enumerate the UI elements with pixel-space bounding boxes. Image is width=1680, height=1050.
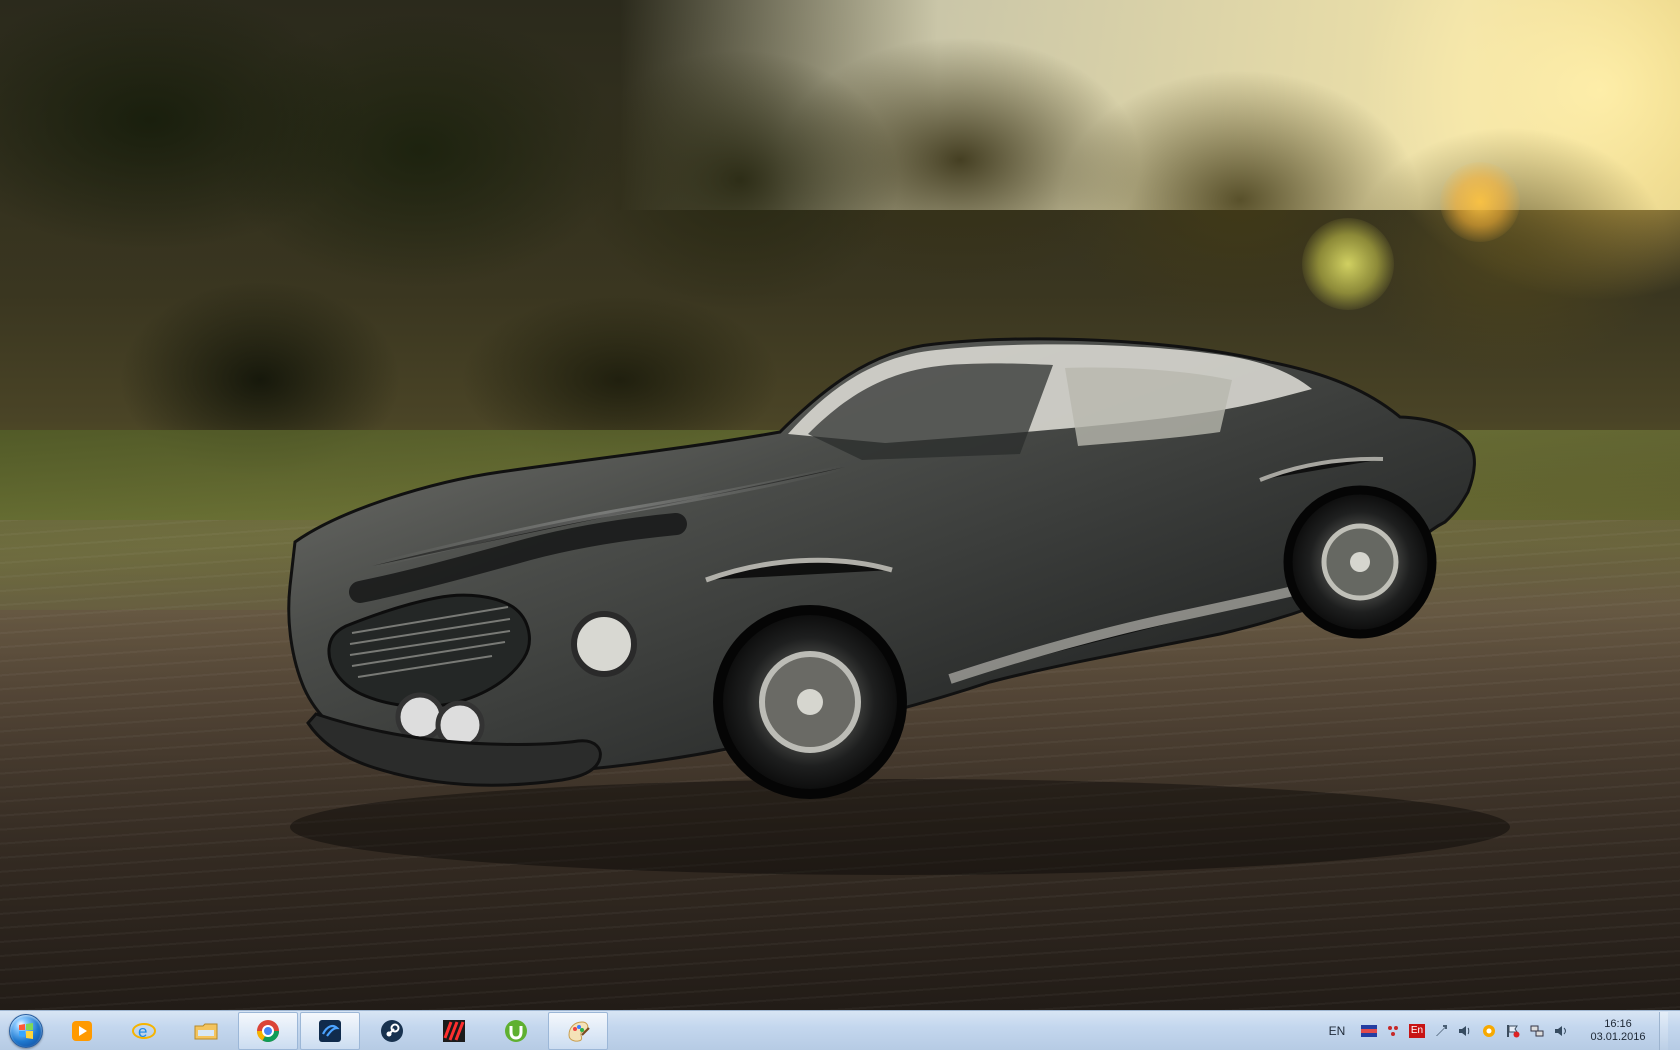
car-image [287, 337, 1510, 875]
blue-app-icon [315, 1016, 345, 1046]
headlight [571, 611, 637, 677]
keyboard-en-icon[interactable]: En [1408, 1022, 1426, 1040]
language-indicator[interactable]: EN [1325, 1011, 1349, 1050]
utorrent-button[interactable] [486, 1012, 546, 1050]
windows-logo-icon [9, 1013, 43, 1048]
keyboard-en-label: En [1408, 1023, 1426, 1038]
paint-button[interactable] [548, 1011, 608, 1050]
desktop: e EN En 16:16 03.01.2016 [0, 0, 1680, 1050]
play-icon [67, 1016, 97, 1046]
clock-time: 16:16 [1604, 1017, 1632, 1030]
ie-icon: e [129, 1016, 159, 1046]
media-player-button[interactable] [52, 1012, 112, 1050]
fog-light-left [395, 692, 445, 742]
folder-icon [191, 1016, 221, 1046]
svg-text:e: e [138, 1022, 147, 1041]
speaker-icon[interactable] [1456, 1022, 1474, 1040]
flag-icon[interactable] [1360, 1022, 1378, 1040]
front-hub [797, 689, 823, 715]
start-button[interactable] [0, 1011, 52, 1050]
steam-icon [377, 1016, 407, 1046]
clock-date: 03.01.2016 [1590, 1030, 1646, 1043]
car-shadow [290, 779, 1510, 875]
chrome-icon [253, 1016, 283, 1046]
paint-icon [563, 1016, 593, 1046]
striped-app-icon [439, 1016, 469, 1046]
clock[interactable]: 16:16 03.01.2016 [1587, 1018, 1649, 1044]
chrome-button[interactable] [238, 1011, 298, 1050]
steam-button[interactable] [362, 1012, 422, 1050]
system-tray: EN En 16:16 03.01.2016 [1325, 1011, 1680, 1050]
orange-app-icon[interactable] [1480, 1022, 1498, 1040]
warning-flag-icon[interactable] [1504, 1022, 1522, 1040]
blue-app-button[interactable] [300, 1011, 360, 1050]
utorrent-icon [501, 1016, 531, 1046]
arrow-icon[interactable] [1432, 1022, 1450, 1040]
file-explorer-button[interactable] [176, 1012, 236, 1050]
network-icon[interactable] [1528, 1022, 1546, 1040]
internet-explorer-button[interactable]: e [114, 1012, 174, 1050]
taskbar: e EN En 16:16 03.01.2016 [0, 1010, 1680, 1050]
windows-flag-icon [19, 1022, 33, 1039]
pinned-apps: e [52, 1011, 608, 1050]
striped-app-button[interactable] [424, 1012, 484, 1050]
show-desktop-button[interactable] [1659, 1011, 1668, 1050]
volume-icon[interactable] [1552, 1022, 1570, 1040]
network-red-icon[interactable] [1384, 1022, 1402, 1040]
rear-hub [1350, 552, 1370, 572]
